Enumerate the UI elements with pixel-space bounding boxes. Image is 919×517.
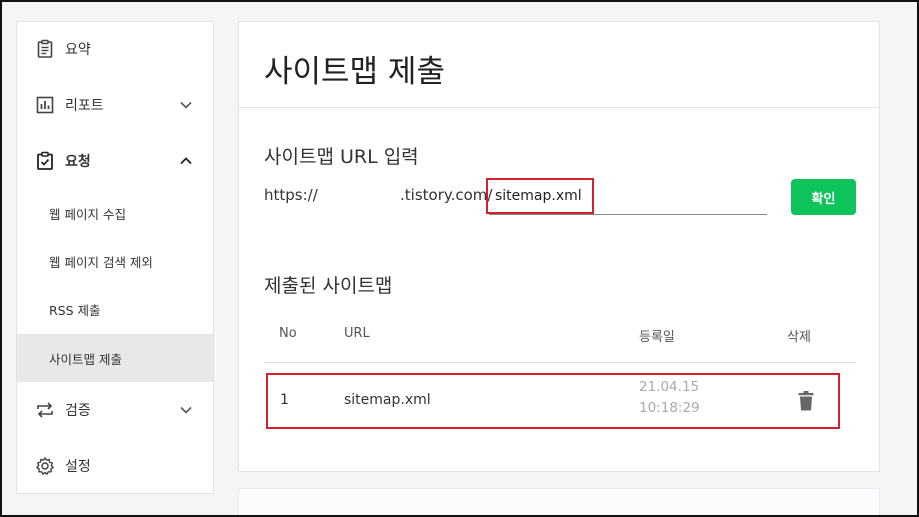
sidebar-subitem-rss[interactable]: RSS 제출 [17,285,213,333]
sidebar-item-report[interactable]: 리포트 [17,81,213,129]
sidebar-subitem-label: 웹 페이지 검색 제외 [49,254,153,270]
sitemap-url-input[interactable] [489,178,767,215]
chevron-down-icon[interactable] [179,403,193,417]
chevron-up-icon[interactable] [179,154,193,168]
repeat-icon [37,402,53,418]
column-header-date: 등록일 [639,330,675,345]
sidebar-subitem-label: RSS 제출 [49,302,101,318]
url-domain: .tistory.com/ [400,186,493,204]
row-url: sitemap.xml [344,392,431,408]
url-section-title: 사이트맵 URL 입력 [264,146,419,168]
row-no: 1 [280,392,289,408]
sidebar-item-request[interactable]: 요청 [17,137,213,185]
column-header-delete: 삭제 [787,330,811,345]
confirm-button[interactable]: 확인 [791,179,856,215]
sidebar-subitem-search-exclude[interactable]: 웹 페이지 검색 제외 [17,237,213,285]
trash-icon[interactable] [798,391,814,411]
clipboard-icon [37,39,53,58]
chart-icon [36,96,54,114]
sidebar-subitem-page-collect[interactable]: 웹 페이지 수집 [17,189,213,237]
sidebar-item-label: 요약 [65,42,91,58]
submitted-section-title: 제출된 사이트맵 [264,275,393,297]
sidebar-item-label: 리포트 [65,98,104,114]
url-prefix: https:// [264,186,318,204]
sidebar-item-label: 요청 [65,154,91,170]
page-title: 사이트맵 제출 [264,54,445,90]
sitemap-panel: 사이트맵 제출 사이트맵 URL 입력 https:// .tistory.co… [238,21,880,472]
lower-panel [238,488,880,517]
row-date: 21.04.15 10:18:29 [639,379,700,416]
sidebar: 요약 리포트 요청 웹 페이지 수집 웹 페이지 검색 제외 RSS 제출 사이… [16,21,214,494]
sidebar-subitem-label: 웹 페이지 수집 [49,206,126,222]
sidebar-item-settings[interactable]: 설정 [17,442,213,490]
sidebar-item-verify[interactable]: 검증 [17,386,213,434]
column-header-url: URL [344,326,370,341]
check-clipboard-icon [37,151,53,170]
gear-icon [36,457,54,475]
chevron-down-icon[interactable] [179,98,193,112]
sidebar-item-label: 검증 [65,403,91,419]
divider [239,107,879,108]
sidebar-subitem-label: 사이트맵 제출 [49,351,122,367]
sidebar-subitem-sitemap[interactable]: 사이트맵 제출 [17,334,213,382]
column-header-no: No [279,326,297,341]
table-divider [264,362,856,363]
sidebar-item-label: 설정 [65,459,91,475]
sidebar-item-summary[interactable]: 요약 [17,25,213,73]
